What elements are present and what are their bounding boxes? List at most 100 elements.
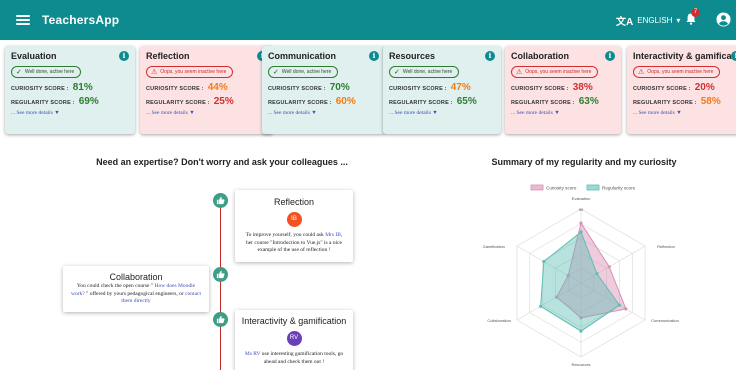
curiosity-score-value: 44% bbox=[207, 82, 228, 93]
radar-axis-label: Communication bbox=[651, 318, 679, 323]
regularity-score-label: REGULARITY SCORE : bbox=[146, 100, 210, 106]
regularity-score-value: 58% bbox=[700, 96, 721, 107]
curiosity-score-label: CURIOSITY SCORE : bbox=[511, 86, 569, 92]
see-more-details-link[interactable]: ... See more details ▼ bbox=[389, 110, 495, 116]
status-text: Well done, active here bbox=[24, 69, 75, 75]
legend-swatch bbox=[586, 184, 600, 191]
notification-badge: 7 bbox=[691, 8, 700, 17]
language-label: ENGLISH bbox=[637, 16, 673, 25]
regularity-score-label: REGULARITY SCORE : bbox=[633, 100, 697, 106]
app-title: TeachersApp bbox=[42, 13, 120, 27]
card-title: Reflection bbox=[146, 51, 190, 61]
curiosity-score-value: 20% bbox=[694, 82, 715, 93]
category-card: Evaluation i ✓ Well done, active here CURIOS… bbox=[5, 46, 135, 134]
avatar: IB bbox=[286, 212, 302, 227]
info-icon[interactable]: i bbox=[731, 51, 736, 61]
radar-data-point bbox=[579, 221, 583, 225]
teacher-link[interactable]: Ms RV bbox=[245, 351, 261, 357]
info-icon[interactable]: i bbox=[119, 51, 129, 61]
regularity-score-label: REGULARITY SCORE : bbox=[389, 100, 453, 106]
radar-data-point bbox=[539, 304, 543, 308]
category-card: Collaboration i ⚠ Oops, you seem inactive h… bbox=[505, 46, 621, 134]
warning-icon: ⚠ bbox=[638, 69, 645, 76]
card-title: Evaluation bbox=[11, 51, 57, 61]
regularity-curiosity-radar-chart: Evaluation Reflection Communication Resourc… bbox=[483, 184, 679, 367]
check-icon: ✓ bbox=[394, 69, 400, 76]
radar-data-point bbox=[617, 303, 622, 307]
regularity-score-label: REGULARITY SCORE : bbox=[511, 100, 575, 106]
status-text: Well done, active here bbox=[281, 69, 332, 75]
category-card: Interactivity & gamificationi ⚠Oops, you … bbox=[627, 46, 736, 134]
triangle-down-icon: ▼ bbox=[311, 110, 317, 116]
triangle-down-icon: ▼ bbox=[54, 110, 60, 116]
radar-data-point bbox=[607, 265, 611, 269]
curiosity-score-label: CURIOSITY SCORE : bbox=[146, 86, 204, 92]
timeline-card-text: Ms RV use interesting gamification tools… bbox=[244, 351, 344, 365]
triangle-down-icon: ▼ bbox=[189, 110, 195, 116]
summary-heading: Summary of my regularity and my curiosit… bbox=[491, 157, 677, 167]
radar-axis-label: Reflection bbox=[657, 244, 675, 249]
regularity-score-value: 60% bbox=[335, 96, 356, 107]
curiosity-score-value: 38% bbox=[572, 82, 593, 93]
curiosity-score-label: CURIOSITY SCORE : bbox=[268, 86, 326, 92]
reflection-timeline-card: Reflection IB To improve yourself, you c… bbox=[235, 190, 353, 262]
info-icon[interactable]: i bbox=[485, 51, 495, 61]
status-chip: ✓ Well done, active here bbox=[268, 66, 339, 78]
category-card: Communication i ✓ Well done, active here CUR… bbox=[262, 46, 385, 134]
legend-label: Curiosity score bbox=[546, 186, 577, 191]
menu-icon[interactable] bbox=[16, 13, 30, 27]
see-more-details-link[interactable]: ... See more details ▼ bbox=[146, 110, 267, 116]
account-icon[interactable] bbox=[716, 12, 731, 27]
status-text: Well done, active here bbox=[402, 69, 453, 75]
curiosity-score-label: CURIOSITY SCORE : bbox=[389, 86, 447, 92]
info-icon[interactable]: i bbox=[369, 51, 379, 61]
curiosity-score-value: 70% bbox=[329, 82, 350, 93]
teacher-link[interactable]: Mrs IB bbox=[325, 232, 341, 238]
caret-down-icon: ▾ bbox=[676, 16, 681, 25]
category-card: Reflectioni⚠Oops, you seem inactive here… bbox=[140, 46, 273, 134]
status-chip: ✓ Well done, active here bbox=[11, 66, 82, 78]
status-chip: ✓ Well done, active here bbox=[389, 66, 460, 78]
expertise-heading: Need an expertise? Don't worry and ask y… bbox=[96, 157, 348, 167]
timeline-card-title: Interactivity & gamification bbox=[241, 316, 347, 326]
radar-tick-label: 90 bbox=[579, 207, 584, 212]
regularity-score-label: REGULARITY SCORE : bbox=[268, 100, 332, 106]
see-more-details-link[interactable]: ... See more details ▼ bbox=[268, 110, 379, 116]
status-chip: ⚠ Oops, you seem inactive here bbox=[511, 66, 599, 78]
radar-data-point bbox=[579, 329, 583, 333]
regularity-score-value: 25% bbox=[213, 96, 234, 107]
avatar: RV bbox=[286, 331, 302, 346]
translate-icon: 文A bbox=[616, 17, 634, 28]
legend-label: Regularity score bbox=[602, 186, 636, 191]
timeline-card-text: To improve yourself, you could ask Mrs I… bbox=[245, 232, 343, 253]
category-cards: Evaluation i ✓ Well done, active here CURIOS… bbox=[0, 46, 736, 136]
card-title: Communication bbox=[268, 51, 337, 61]
radar-axis-label: Gamification bbox=[483, 244, 505, 249]
app-bar: TeachersApp 文A ENGLISH ▾ 7 bbox=[0, 0, 736, 40]
radar-data-point bbox=[624, 307, 628, 311]
language-selector[interactable]: 文A ENGLISH ▾ bbox=[616, 13, 680, 28]
card-title: Resources bbox=[389, 51, 436, 61]
radar-axis-label: Resources bbox=[571, 362, 590, 367]
see-more-details-link[interactable]: ... See more details ▼ bbox=[633, 110, 736, 116]
status-text: Oops, you seem inactive here bbox=[647, 69, 714, 75]
status-chip: ⚠ Oops, you seem inactive here bbox=[633, 66, 721, 78]
card-title: Collaboration bbox=[511, 51, 569, 61]
radar-axis-label: Evaluation bbox=[572, 196, 591, 201]
card-title: Interactivity & gamification bbox=[633, 51, 736, 61]
timeline-line bbox=[220, 200, 221, 370]
curiosity-score-value: 47% bbox=[450, 82, 471, 93]
warning-icon: ⚠ bbox=[516, 69, 523, 76]
thumbs-up-icon bbox=[213, 267, 228, 282]
curiosity-score-label: CURIOSITY SCORE : bbox=[633, 86, 691, 92]
category-card: Resources i ✓ Well done, active here CURIOSI… bbox=[383, 46, 501, 134]
check-icon: ✓ bbox=[273, 69, 279, 76]
info-icon[interactable]: i bbox=[605, 51, 615, 61]
see-more-details-link[interactable]: ... See more details ▼ bbox=[11, 110, 129, 116]
timeline-card-text: You could check the open course " How do… bbox=[71, 283, 201, 304]
see-more-details-link[interactable]: ... See more details ▼ bbox=[511, 110, 615, 116]
radar-data-point bbox=[579, 230, 583, 234]
timeline-card-title: Collaboration bbox=[109, 272, 163, 282]
status-text: Oops, you seem inactive here bbox=[160, 69, 227, 75]
status-text: Oops, you seem inactive here bbox=[525, 69, 592, 75]
